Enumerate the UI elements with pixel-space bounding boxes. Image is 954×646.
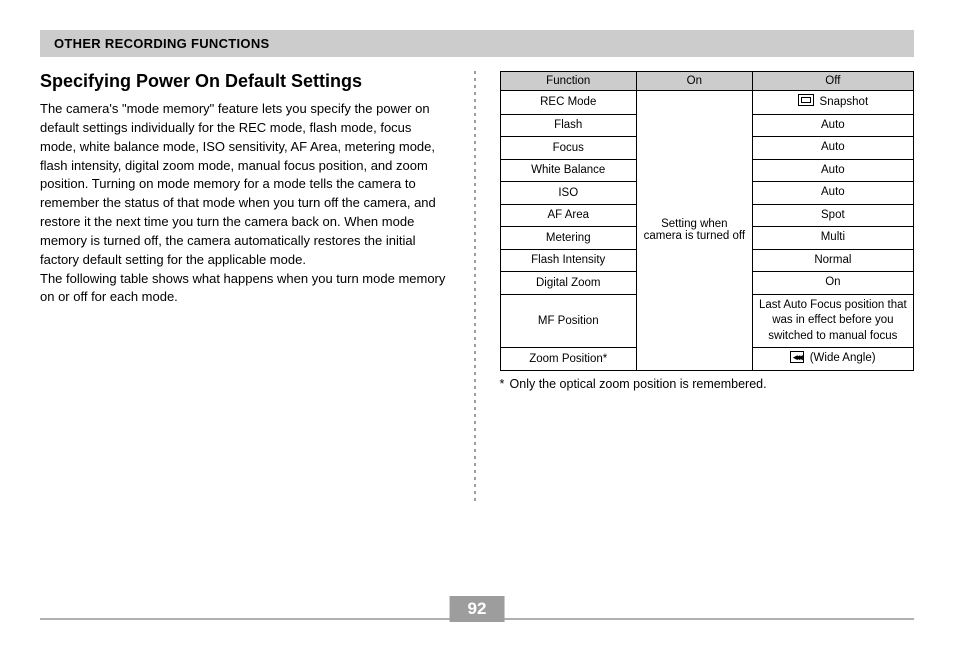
off-text: Snapshot xyxy=(820,96,869,108)
off-cell-zoom: ◂◂◂ (Wide Angle) xyxy=(752,348,913,371)
mode-memory-table: Function On Off REC Mode Setting when ca… xyxy=(500,71,914,371)
manual-page: OTHER RECORDING FUNCTIONS Specifying Pow… xyxy=(0,0,954,646)
table-footnote: *Only the optical zoom position is remem… xyxy=(500,377,914,391)
off-cell: Auto xyxy=(752,159,913,182)
footnote-text: Only the optical zoom position is rememb… xyxy=(510,377,767,391)
fn-cell: Flash Intensity xyxy=(500,249,636,272)
fn-cell: Flash xyxy=(500,114,636,137)
off-cell: Normal xyxy=(752,249,913,272)
fn-cell: Focus xyxy=(500,137,636,160)
off-cell: Spot xyxy=(752,204,913,227)
snapshot-icon xyxy=(798,94,814,106)
off-cell: On xyxy=(752,272,913,295)
page-footer: 92 xyxy=(40,618,914,620)
off-cell: Auto xyxy=(752,137,913,160)
two-column-layout: Specifying Power On Default Settings The… xyxy=(40,71,914,501)
off-cell: Auto xyxy=(752,114,913,137)
fn-cell: White Balance xyxy=(500,159,636,182)
off-cell: Last Auto Focus position that was in eff… xyxy=(752,294,913,348)
th-off: Off xyxy=(752,72,913,91)
section-header-text: OTHER RECORDING FUNCTIONS xyxy=(54,36,270,51)
wide-angle-icon: ◂◂◂ xyxy=(790,351,804,363)
off-cell: Auto xyxy=(752,182,913,205)
fn-cell: AF Area xyxy=(500,204,636,227)
right-column: Function On Off REC Mode Setting when ca… xyxy=(500,71,914,501)
fn-cell: MF Position xyxy=(500,294,636,348)
fn-cell: Zoom Position* xyxy=(500,348,636,371)
off-cell: Multi xyxy=(752,227,913,250)
off-cell-rec: Snapshot xyxy=(752,91,913,115)
fn-cell: Metering xyxy=(500,227,636,250)
on-merged-cell: Setting when camera is turned off xyxy=(636,91,752,371)
th-on: On xyxy=(636,72,752,91)
body-paragraph-1: The camera's "mode memory" feature lets … xyxy=(40,100,450,270)
off-text: (Wide Angle) xyxy=(810,352,876,364)
table-row: REC Mode Setting when camera is turned o… xyxy=(500,91,913,115)
fn-cell: REC Mode xyxy=(500,91,636,115)
fn-cell: Digital Zoom xyxy=(500,272,636,295)
table-header-row: Function On Off xyxy=(500,72,913,91)
page-number: 92 xyxy=(450,596,505,622)
left-column: Specifying Power On Default Settings The… xyxy=(40,71,450,501)
fn-cell: ISO xyxy=(500,182,636,205)
footnote-marker: * xyxy=(500,377,510,391)
th-function: Function xyxy=(500,72,636,91)
page-title: Specifying Power On Default Settings xyxy=(40,71,450,92)
footer-rule: 92 xyxy=(40,618,914,620)
section-header-bar: OTHER RECORDING FUNCTIONS xyxy=(40,30,914,57)
column-divider xyxy=(474,71,476,501)
body-paragraph-2: The following table shows what happens w… xyxy=(40,270,450,308)
